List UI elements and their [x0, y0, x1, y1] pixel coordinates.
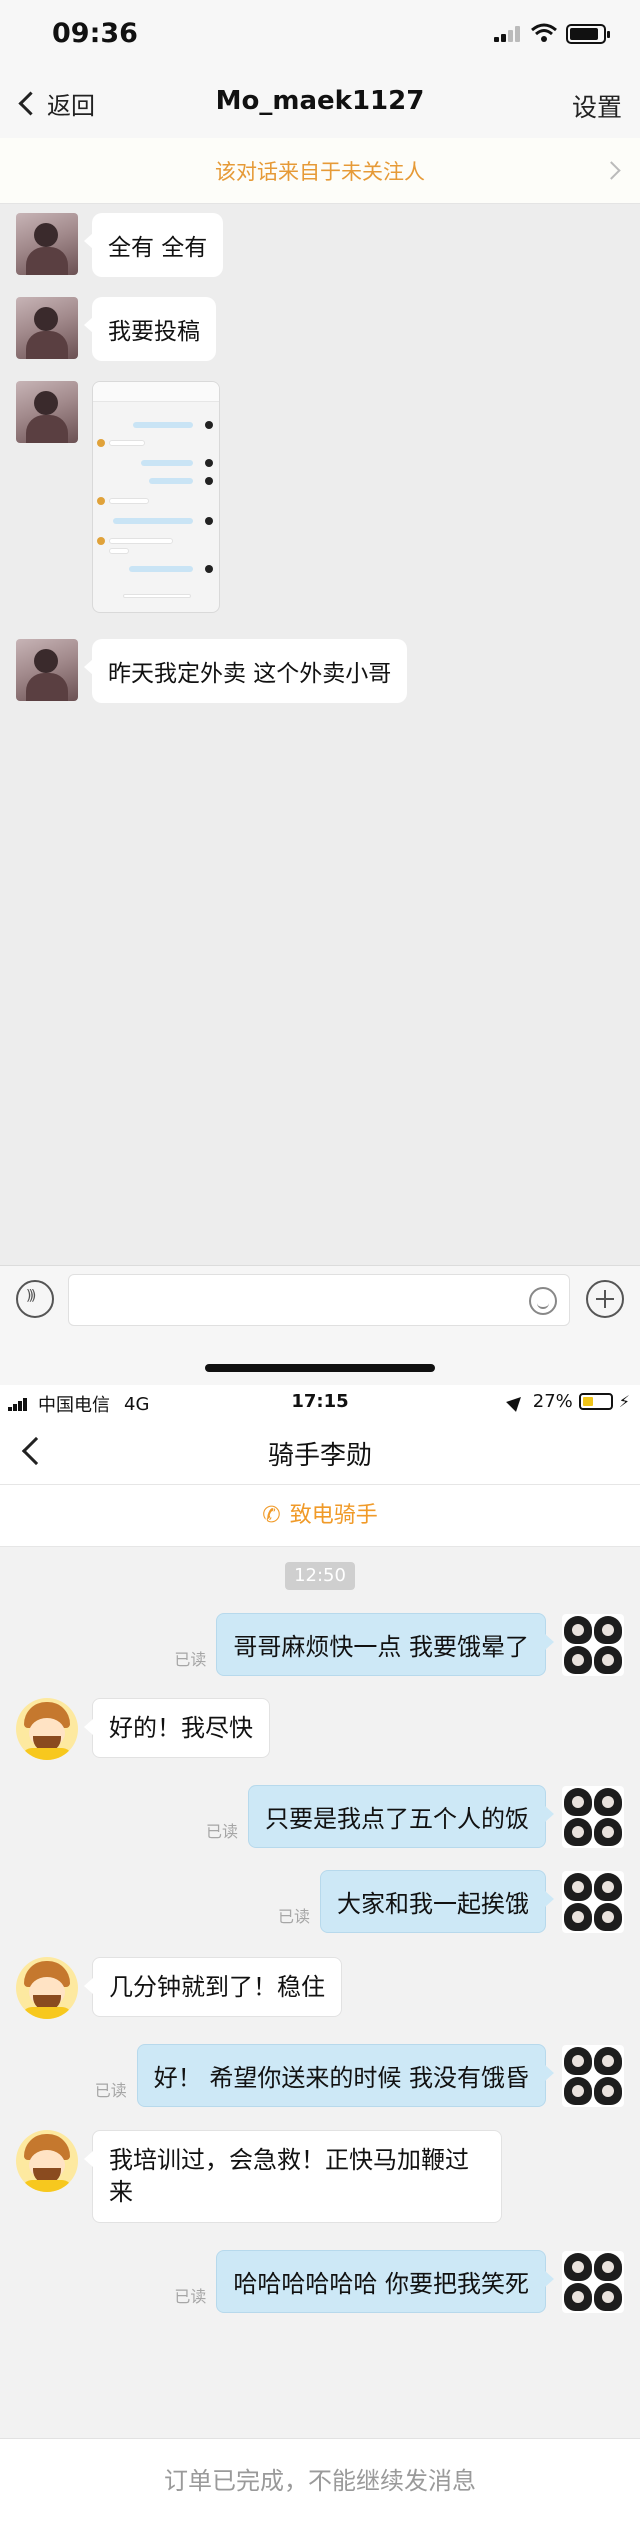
status-bar: 中国电信 4G 17:15 27% ⚡: [0, 1385, 640, 1419]
message-row: 我培训过，会急救！正快马加鞭过来: [16, 2130, 502, 2223]
avatar[interactable]: [562, 1785, 624, 1848]
message-bubble[interactable]: 好的！我尽快: [84, 1698, 270, 1759]
battery-icon: [578, 1393, 613, 1410]
message-row: [16, 381, 220, 613]
message-bubble[interactable]: 我培训过，会急救！正快马加鞭过来: [84, 2130, 502, 2223]
call-rider-label: 致电骑手: [289, 1503, 378, 1528]
rider-avatar[interactable]: [16, 2130, 78, 2192]
rider-avatar[interactable]: [16, 1957, 78, 2019]
message-row: 几分钟就到了！稳住: [16, 1957, 342, 2019]
status-time: 09:36: [52, 18, 138, 49]
timestamp-badge: 12:50: [285, 1562, 355, 1590]
location-icon: [505, 1391, 526, 1412]
chat-screen-bottom: 中国电信 4G 17:15 27% ⚡ 骑手李勋 ✆ 致电骑手 12:50 已读…: [0, 1385, 640, 2522]
message-row: 全有 全有: [16, 213, 224, 277]
message-bubble[interactable]: 哈哈哈哈哈哈 你要把我笑死: [216, 2250, 554, 2313]
signal-icon: [494, 26, 522, 42]
wifi-icon: [531, 23, 557, 42]
avatar[interactable]: [16, 381, 78, 443]
avatar[interactable]: [562, 1613, 624, 1676]
message-row: 我要投稿: [16, 297, 216, 361]
message-bubble[interactable]: 哥哥麻烦快一点 我要饿晕了: [216, 1613, 554, 1676]
message-row: 已读 大家和我一起挨饿: [278, 1870, 624, 1933]
message-bubble[interactable]: 大家和我一起挨饿: [320, 1870, 554, 1933]
message-input[interactable]: [68, 1274, 570, 1326]
message-row: 已读 好！ 希望你送来的时候 我没有饿昏: [95, 2044, 624, 2107]
settings-button[interactable]: 设置: [572, 88, 622, 124]
avatar[interactable]: [562, 2250, 624, 2313]
input-bar: [0, 1265, 640, 1385]
page-title: Mo_maek1127: [215, 86, 425, 116]
navigation-bar: 骑手李勋: [0, 1419, 640, 1485]
avatar[interactable]: [562, 2044, 624, 2107]
read-status: 已读: [174, 2287, 207, 2306]
navigation-bar: 返回 Mo_maek1127 设置: [0, 68, 640, 138]
footer-text: 订单已完成，不能继续发消息: [164, 2467, 476, 2495]
voice-icon[interactable]: [16, 1280, 54, 1318]
home-indicator[interactable]: [205, 1364, 435, 1372]
read-status: 已读: [94, 2081, 127, 2100]
page-title: 骑手李勋: [267, 1441, 372, 1471]
message-bubble[interactable]: 全有 全有: [83, 213, 224, 277]
rider-avatar[interactable]: [16, 1698, 78, 1760]
unfollowed-notice[interactable]: 该对话来自于未关注人: [0, 138, 640, 204]
battery-percent: 27%: [532, 1391, 573, 1412]
avatar[interactable]: [16, 213, 78, 275]
image-message[interactable]: [92, 381, 220, 613]
phone-icon: ✆: [262, 1503, 281, 1528]
notice-text: 该对话来自于未关注人: [215, 160, 425, 184]
charging-icon: ⚡: [618, 1392, 630, 1411]
message-bubble[interactable]: 几分钟就到了！稳住: [84, 1957, 342, 2018]
order-complete-footer: 订单已完成，不能继续发消息: [0, 2438, 640, 2522]
message-row: 已读 哈哈哈哈哈哈 你要把我笑死: [174, 2250, 624, 2313]
avatar[interactable]: [16, 639, 78, 701]
read-status: 已读: [277, 1907, 310, 1926]
status-right: 27% ⚡: [505, 1391, 630, 1412]
status-bar: 09:36: [0, 0, 640, 68]
chat-screen-top: 09:36 返回 Mo_maek1127 设置 该对话来自于未关注人 全有 全有…: [0, 0, 640, 1385]
message-row: 已读 哥哥麻烦快一点 我要饿晕了: [174, 1613, 624, 1676]
emoji-icon[interactable]: [529, 1287, 557, 1315]
plus-icon[interactable]: [586, 1280, 624, 1318]
message-bubble[interactable]: 我要投稿: [84, 297, 216, 361]
message-bubble[interactable]: 好！ 希望你送来的时候 我没有饿昏: [136, 2044, 555, 2107]
call-rider-button[interactable]: ✆ 致电骑手: [0, 1485, 640, 1547]
read-status: 已读: [174, 1650, 207, 1669]
read-status: 已读: [205, 1822, 238, 1841]
message-row: 好的！我尽快: [16, 1698, 270, 1760]
battery-icon: [566, 24, 610, 44]
message-row: 已读 只要是我点了五个人的饭: [206, 1785, 624, 1848]
message-bubble[interactable]: 昨天我定外卖 这个外卖小哥: [83, 639, 408, 703]
avatar[interactable]: [562, 1870, 624, 1933]
avatar[interactable]: [16, 297, 78, 359]
message-row: 昨天我定外卖 这个外卖小哥: [16, 639, 408, 703]
message-bubble[interactable]: 只要是我点了五个人的饭: [248, 1785, 554, 1848]
